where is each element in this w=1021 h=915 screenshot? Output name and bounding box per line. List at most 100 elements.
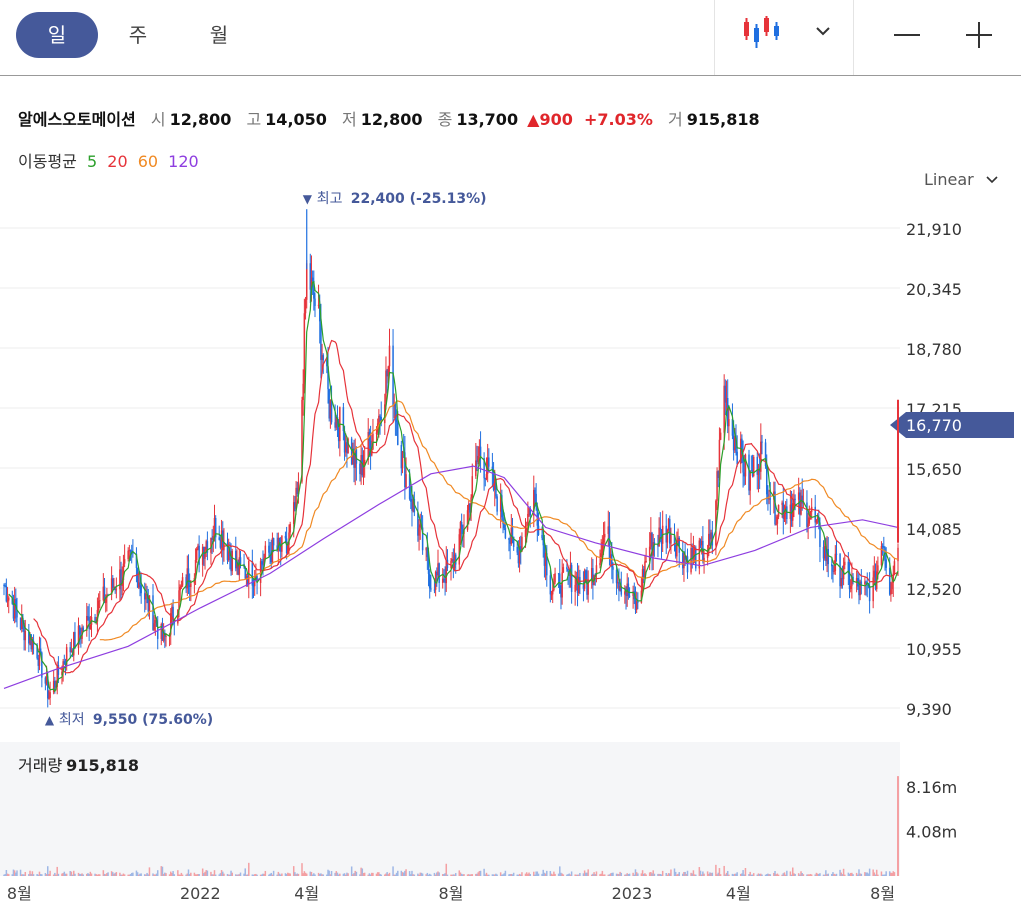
candle-body bbox=[112, 578, 114, 588]
volume-bar bbox=[57, 873, 60, 876]
volume-bar bbox=[123, 874, 126, 876]
volume-bar bbox=[256, 874, 258, 876]
volume-bar bbox=[24, 871, 27, 876]
volume-bar bbox=[670, 869, 672, 876]
candle-body bbox=[801, 495, 803, 504]
volume-bar bbox=[347, 873, 349, 876]
volume-bar bbox=[239, 872, 242, 876]
volume-bar bbox=[752, 873, 755, 876]
candle-body bbox=[847, 561, 850, 572]
y-tick-label: 14,085 bbox=[906, 520, 962, 539]
candle-body bbox=[541, 534, 543, 539]
candle-body bbox=[567, 569, 569, 572]
candle-body bbox=[615, 569, 618, 584]
volume-bar bbox=[339, 873, 341, 876]
candle-body bbox=[314, 298, 316, 306]
candle-body bbox=[602, 537, 605, 543]
candle-body bbox=[808, 517, 811, 524]
volume-bar bbox=[479, 870, 482, 876]
candle-body bbox=[127, 550, 129, 560]
candle-body bbox=[302, 383, 304, 401]
volume-bar bbox=[248, 862, 250, 876]
candle-body bbox=[180, 585, 183, 587]
volume-bar bbox=[314, 874, 316, 876]
candle-body bbox=[74, 632, 76, 648]
candle-body bbox=[97, 600, 100, 610]
volume-bar bbox=[620, 872, 623, 876]
candle-body bbox=[550, 594, 553, 596]
y-tick-label: 10,955 bbox=[906, 640, 962, 659]
candle-body bbox=[115, 589, 118, 591]
price-chart[interactable]: 21,91020,34518,78017,21515,65014,08512,5… bbox=[0, 0, 1021, 915]
volume-bar bbox=[463, 874, 465, 876]
volume-bar bbox=[496, 874, 498, 876]
volume-bar bbox=[90, 873, 93, 876]
candle-body bbox=[503, 524, 505, 529]
candle-body bbox=[562, 567, 565, 573]
candle-body bbox=[736, 451, 738, 465]
volume-bar bbox=[728, 874, 730, 876]
candle-body bbox=[485, 473, 488, 480]
candle-body bbox=[378, 415, 380, 424]
candle-body bbox=[504, 528, 507, 539]
candle-body bbox=[284, 535, 287, 539]
volume-bar bbox=[786, 870, 788, 876]
candle-body bbox=[831, 564, 833, 567]
candle-body bbox=[330, 399, 333, 423]
candle-body bbox=[599, 562, 601, 566]
candle-body bbox=[719, 432, 722, 440]
volume-bar bbox=[678, 872, 680, 876]
volume-bar bbox=[579, 872, 581, 876]
volume-bar bbox=[868, 868, 871, 876]
candle-body bbox=[566, 567, 568, 570]
candle-body bbox=[375, 432, 378, 434]
candle-body bbox=[204, 549, 206, 559]
candle-body bbox=[179, 586, 181, 591]
volume-bar bbox=[819, 873, 821, 876]
candle-body bbox=[401, 451, 404, 469]
volume-bar bbox=[529, 873, 531, 876]
volume-bar bbox=[264, 870, 267, 876]
candle-body bbox=[574, 584, 576, 592]
low-marker-value: 9,550 (75.60%) bbox=[93, 712, 213, 728]
volume-bar bbox=[562, 874, 565, 876]
volume-bar bbox=[454, 873, 457, 876]
candle-body bbox=[49, 692, 51, 698]
candle-body bbox=[272, 538, 275, 546]
candle-body bbox=[549, 575, 552, 595]
candle-body bbox=[860, 581, 863, 585]
candle-body bbox=[744, 454, 747, 477]
candle-body bbox=[777, 504, 780, 517]
volume-bar bbox=[16, 870, 18, 876]
volume-bar bbox=[49, 870, 51, 876]
candle-body bbox=[561, 572, 563, 598]
volume-bar bbox=[612, 872, 614, 876]
candle-body bbox=[706, 551, 709, 558]
y-tick-label: 12,520 bbox=[906, 580, 962, 599]
candle-body bbox=[890, 589, 892, 595]
y-tick-label: 9,390 bbox=[906, 700, 952, 719]
volume-bar bbox=[852, 874, 854, 876]
candle-body bbox=[554, 573, 556, 583]
candle-body bbox=[769, 498, 772, 500]
candle-body bbox=[686, 556, 689, 573]
candle-body bbox=[165, 636, 167, 638]
candle-body bbox=[322, 355, 325, 361]
volume-bar bbox=[413, 874, 416, 876]
volume-bar bbox=[330, 871, 333, 876]
volume-bar bbox=[289, 873, 291, 876]
candle-body bbox=[765, 466, 768, 495]
volume-bar bbox=[744, 867, 747, 876]
candle-body bbox=[840, 577, 842, 587]
volume-bar bbox=[272, 870, 275, 876]
volume-header-value: 915,818 bbox=[66, 756, 140, 775]
candle-body bbox=[516, 546, 518, 553]
candle-body bbox=[190, 583, 192, 587]
volume-bar bbox=[885, 871, 887, 876]
candle-body bbox=[397, 422, 399, 445]
volume-bar bbox=[206, 870, 209, 876]
candle-body bbox=[601, 542, 604, 554]
volume-bar bbox=[355, 871, 358, 876]
candle-body bbox=[868, 586, 871, 602]
candle-body bbox=[410, 498, 412, 502]
